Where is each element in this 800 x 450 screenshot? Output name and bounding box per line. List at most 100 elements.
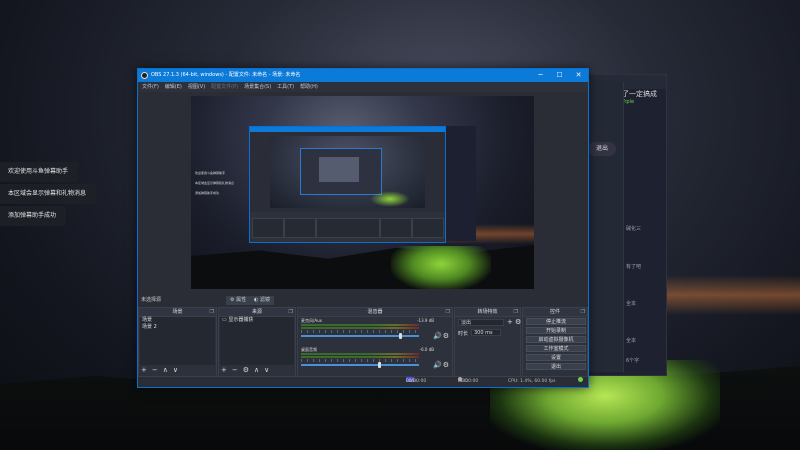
scene-item[interactable]: 场景: [140, 317, 215, 324]
channel-db: -6.0 dB: [419, 347, 434, 352]
add-icon[interactable]: +: [507, 318, 513, 326]
nested-dock: [316, 218, 380, 238]
nested-dock: [252, 218, 284, 238]
dock-popout-icon[interactable]: ❐: [581, 308, 585, 316]
transitions-dock: 转场特效 ❐ 淡出 + ⚙ 时长 300 ms: [454, 307, 521, 377]
speaker-icon[interactable]: 🔊: [433, 361, 442, 369]
background-app-sidebar: [585, 82, 624, 372]
menu-tools[interactable]: 工具(T): [277, 82, 294, 92]
transition-select[interactable]: 淡出: [458, 319, 504, 326]
preview-area: 欢迎使用斗鱼弹幕助手 本区域会显示弹幕和礼物消息 添加弹幕助手成功: [138, 92, 588, 295]
source-label: 显示器捕获: [228, 317, 254, 323]
move-up-icon[interactable]: ∧: [254, 366, 259, 375]
studio-mode-button[interactable]: 工作室模式: [526, 345, 586, 352]
sources-dock: 来源 ❐ ▭ 显示器捕获 + − ⚙ ∧ ∨: [218, 307, 296, 377]
exit-button[interactable]: 退出: [526, 363, 586, 370]
gear-icon[interactable]: ⚙: [515, 318, 521, 326]
add-icon[interactable]: +: [141, 366, 147, 375]
move-up-icon[interactable]: ∧: [163, 366, 168, 375]
stop-streaming-button[interactable]: 停止推流: [526, 318, 586, 325]
preview-text: 本区域会显示弹幕和礼物消息: [195, 181, 235, 185]
properties-button[interactable]: ⚙ 属性: [226, 296, 251, 305]
menu-edit[interactable]: 编辑(E): [165, 82, 182, 92]
gear-icon[interactable]: ⚙: [443, 361, 449, 369]
fader-knob[interactable]: [377, 362, 381, 368]
channel-db: -13.9 dB: [417, 318, 434, 323]
gear-icon[interactable]: ⚙: [243, 366, 249, 375]
volume-fader[interactable]: [301, 364, 419, 366]
scene-item[interactable]: 场景 2: [140, 324, 215, 331]
volume-meter: [301, 353, 419, 355]
live-time: 00:00:00: [406, 379, 427, 384]
sources-list: ▭ 显示器捕获: [220, 317, 294, 365]
window-title: OBS 27.1.3 (64-bit, windows) - 配置文件: 未命名…: [151, 72, 301, 78]
filter-icon: ◐: [254, 297, 259, 303]
menu-view[interactable]: 视图(V): [188, 82, 205, 92]
scenes-controls: + − ∧ ∨: [141, 366, 178, 375]
duration-input[interactable]: 300 ms: [471, 329, 501, 336]
mixer-title: 混音器: [367, 309, 383, 315]
move-down-icon[interactable]: ∨: [264, 366, 269, 375]
nested-dock: [412, 218, 444, 238]
speaker-icon[interactable]: 🔊: [433, 332, 442, 340]
nested-preview-3: [319, 157, 359, 182]
transitions-title: 转场特效: [477, 309, 498, 315]
no-source-label: 未选择源: [141, 297, 162, 303]
docks-row: 场景 ❐ 场景 场景 2 + − ∧ ∨ 来源 ❐ ▭ 显示器捕获 + − ⚙ ∧: [138, 307, 588, 377]
duration-label: 时长: [458, 331, 469, 337]
background-app-item: 全本: [626, 301, 637, 307]
nested-preview-2: [300, 148, 382, 195]
sources-title: 来源: [251, 309, 262, 315]
remove-icon[interactable]: −: [232, 366, 238, 375]
obs-titlebar[interactable]: OBS 27.1.3 (64-bit, windows) - 配置文件: 未命名…: [138, 69, 588, 82]
properties-label: 属性: [236, 297, 247, 303]
scenes-list: 场景 场景 2: [140, 317, 215, 365]
filters-label: 滤镜: [259, 297, 270, 303]
menu-file[interactable]: 文件(F): [142, 82, 159, 92]
dock-popout-icon[interactable]: ❐: [210, 308, 214, 316]
nested-dock: [380, 218, 412, 238]
settings-button[interactable]: 设置: [526, 354, 586, 361]
background-app-item: 6个字: [626, 358, 640, 364]
obs-logo-icon: [141, 72, 148, 79]
preview-glow: [391, 246, 491, 289]
nested-dock: [284, 218, 316, 238]
dock-popout-icon[interactable]: ❐: [289, 308, 293, 316]
background-app-exit-pill[interactable]: 退出: [588, 142, 616, 156]
notification-toast: 添加弹幕助手成功: [0, 206, 67, 226]
maximize-icon[interactable]: ☐: [550, 69, 569, 82]
move-down-icon[interactable]: ∨: [173, 366, 178, 375]
preview-text: 添加弹幕助手成功: [195, 191, 220, 195]
start-virtual-camera-button[interactable]: 启动虚拟摄像机: [526, 336, 586, 343]
nested-side-app: [446, 126, 476, 241]
background-app-item: 有了吧: [626, 264, 642, 270]
mixer-channel: 麦克风/Aux -13.9 dB 🔊 ⚙: [300, 318, 450, 348]
scenes-dock: 场景 ❐ 场景 场景 2 + − ∧ ∨: [138, 307, 217, 377]
start-recording-button[interactable]: 开始录制: [526, 327, 586, 334]
background-app-item: 全本: [626, 338, 637, 344]
menu-profile[interactable]: 配置文件(P): [211, 82, 238, 92]
filters-button[interactable]: ◐ 滤镜: [250, 296, 274, 305]
minimize-icon[interactable]: ─: [531, 69, 550, 82]
nested-obs-capture: [249, 126, 446, 243]
nested-preview: [270, 136, 425, 208]
sources-controls: + − ⚙ ∧ ∨: [221, 366, 269, 375]
source-item[interactable]: ▭ 显示器捕获: [220, 317, 294, 324]
obs-window[interactable]: OBS 27.1.3 (64-bit, windows) - 配置文件: 未命名…: [137, 68, 589, 388]
mixer-channel: 桌面音频 -6.0 dB 🔊 ⚙: [300, 347, 450, 377]
close-icon[interactable]: ✕: [569, 69, 588, 82]
menu-help[interactable]: 帮助(H): [300, 82, 318, 92]
volume-meter: [301, 356, 419, 358]
menu-bar: 文件(F) 编辑(E) 视图(V) 配置文件(P) 场景集合(S) 工具(T) …: [138, 82, 588, 92]
dock-popout-icon[interactable]: ❐: [446, 308, 450, 316]
remove-icon[interactable]: −: [152, 366, 158, 375]
preview-canvas[interactable]: 欢迎使用斗鱼弹幕助手 本区域会显示弹幕和礼物消息 添加弹幕助手成功: [191, 96, 534, 289]
dock-popout-icon[interactable]: ❐: [514, 308, 518, 316]
source-toolbar: 未选择源 ⚙ 属性 ◐ 滤镜: [138, 295, 588, 306]
add-icon[interactable]: +: [221, 366, 227, 375]
background-app-item: 碱化三: [626, 226, 642, 232]
stream-health-icon: [578, 377, 583, 382]
gear-icon[interactable]: ⚙: [443, 332, 449, 340]
fader-knob[interactable]: [398, 333, 402, 339]
menu-scene-collection[interactable]: 场景集合(S): [244, 82, 271, 92]
